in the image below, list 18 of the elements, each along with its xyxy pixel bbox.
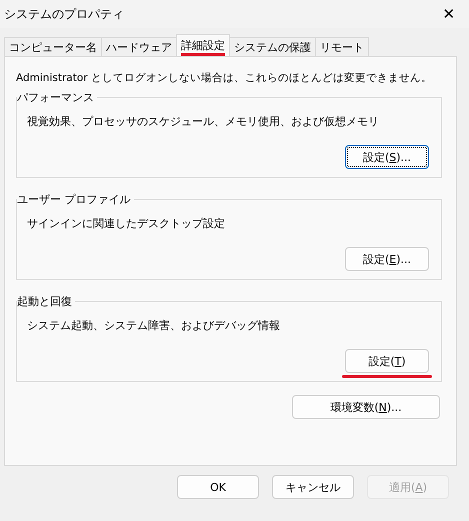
window-title: システムのプロパティ [4,6,124,22]
group-description: システム起動、システム障害、およびデバッグ情報 [27,318,281,333]
tab[interactable]: コンピューター名 [4,37,102,56]
dialog-button[interactable]: キャンセル [272,475,354,499]
tab[interactable]: 詳細設定 [176,34,230,56]
notice-text: Administrator としてログオンしない場合は、これらのほとんどは変更できません。 [16,71,433,85]
group-description: サインインに関連したデスクトップ設定 [27,216,226,231]
environment-variables-button[interactable]: 環境変数(N)... [292,395,440,419]
settings-button[interactable]: 設定(S)... [345,145,429,169]
settings-button[interactable]: 設定(E)... [345,247,429,271]
close-button[interactable]: ✕ [429,0,469,28]
dialog-button[interactable]: OK [177,475,259,499]
settings-button[interactable]: 設定(T) [345,349,429,373]
tab[interactable]: リモート [315,37,369,56]
group-description: 視覚効果、プロセッサのスケジュール、メモリ使用、および仮想メモリ [27,114,380,129]
group-title: 起動と回復 [17,294,75,309]
group-title: ユーザー プロファイル [17,192,134,207]
group-title: パフォーマンス [17,90,97,105]
